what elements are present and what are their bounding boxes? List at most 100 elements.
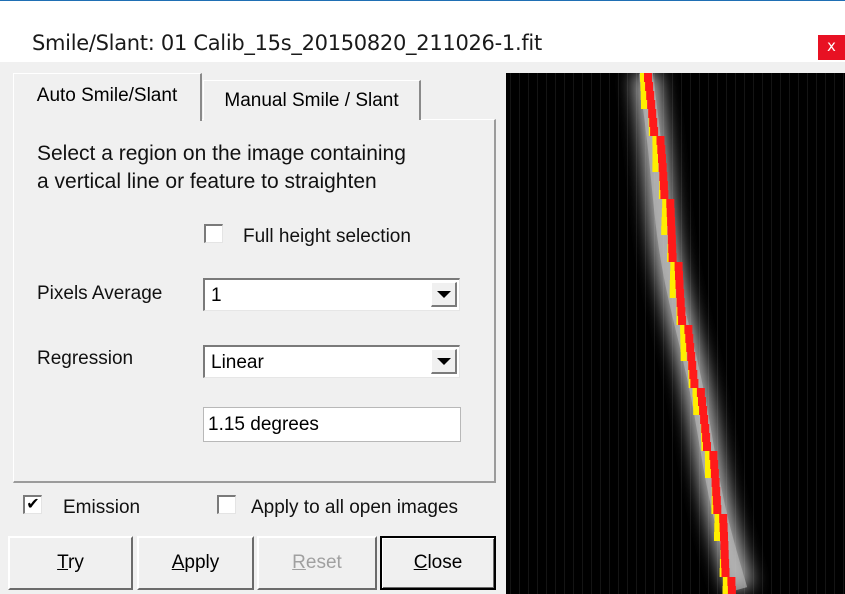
column-stripe bbox=[834, 73, 835, 594]
fit-center-mark bbox=[659, 181, 668, 190]
fit-center-mark bbox=[702, 433, 711, 442]
tab-manual-smile-slant[interactable]: Manual Smile / Slant bbox=[203, 80, 421, 120]
fit-center-mark bbox=[644, 73, 652, 82]
full-height-label: Full height selection bbox=[243, 226, 411, 247]
emission-label: Emission bbox=[63, 497, 141, 518]
fit-highlight-mark bbox=[661, 226, 668, 235]
fit-highlight-mark bbox=[669, 289, 676, 298]
column-stripe bbox=[573, 73, 574, 594]
fit-center-mark bbox=[684, 325, 693, 334]
fit-center-mark bbox=[709, 451, 718, 460]
fit-center-mark bbox=[701, 424, 710, 433]
apply-all-checkbox[interactable] bbox=[217, 495, 236, 514]
full-height-checkbox[interactable] bbox=[204, 224, 223, 243]
fit-center-mark bbox=[721, 559, 730, 568]
column-stripe bbox=[699, 73, 700, 594]
fit-center-mark bbox=[660, 190, 669, 199]
column-stripe bbox=[753, 73, 754, 594]
fit-center-mark bbox=[712, 496, 721, 505]
regression-select[interactable]: Linear bbox=[203, 345, 460, 378]
fit-center-mark bbox=[675, 271, 683, 280]
fit-highlight-mark bbox=[652, 163, 659, 172]
column-stripe bbox=[555, 73, 556, 594]
column-stripe bbox=[528, 73, 529, 594]
column-stripe bbox=[564, 73, 565, 594]
spectral-line-preview bbox=[510, 73, 844, 594]
title-bar[interactable]: Smile/Slant: 01 Calib_15s_20150820_21102… bbox=[0, 1, 845, 62]
pixels-average-label: Pixels Average bbox=[37, 283, 163, 304]
fit-center-mark bbox=[699, 406, 708, 415]
fit-center-mark bbox=[719, 523, 728, 532]
fit-center-mark bbox=[658, 154, 666, 163]
column-stripe bbox=[582, 73, 583, 594]
column-stripe bbox=[537, 73, 538, 594]
fit-center-mark bbox=[703, 442, 711, 451]
apply-label: pply bbox=[184, 552, 220, 573]
column-stripe bbox=[609, 73, 610, 594]
fit-center-mark bbox=[698, 397, 706, 406]
column-stripe bbox=[636, 73, 637, 594]
fit-center-mark bbox=[650, 127, 659, 136]
reset-button[interactable]: Reset bbox=[257, 536, 377, 590]
apply-all-label: Apply to all open images bbox=[251, 497, 459, 518]
chevron-down-icon[interactable] bbox=[431, 349, 457, 374]
fit-center-mark bbox=[696, 388, 705, 397]
fit-center-mark bbox=[727, 577, 736, 586]
fit-center-mark bbox=[727, 586, 736, 594]
fit-highlight-mark bbox=[714, 532, 720, 541]
emission-checkbox[interactable]: ✔ bbox=[23, 495, 42, 514]
angle-result-value: 1.15 degrees bbox=[208, 414, 319, 435]
fit-center-mark bbox=[645, 82, 654, 91]
fit-center-mark bbox=[720, 541, 729, 550]
fit-center-mark bbox=[712, 487, 721, 496]
fit-center-mark bbox=[690, 379, 699, 388]
fit-center-mark bbox=[719, 514, 728, 523]
try-button[interactable]: Try bbox=[8, 536, 133, 590]
spectrum-image-preview[interactable] bbox=[506, 73, 845, 594]
angle-result-field[interactable]: 1.15 degrees bbox=[203, 407, 461, 442]
fit-center-mark bbox=[647, 100, 656, 109]
tab-auto-smile-slant[interactable]: Auto Smile/Slant bbox=[13, 73, 202, 121]
fit-center-mark bbox=[720, 532, 728, 541]
column-stripe bbox=[546, 73, 547, 594]
fit-highlight-mark bbox=[680, 343, 687, 352]
column-stripe bbox=[789, 73, 790, 594]
chevron-down-icon[interactable] bbox=[431, 282, 457, 307]
column-stripe bbox=[780, 73, 781, 594]
fit-center-mark bbox=[656, 136, 665, 145]
column-stripe bbox=[735, 73, 736, 594]
fit-highlight-mark bbox=[669, 280, 676, 289]
close-mnemonic: C bbox=[413, 552, 428, 573]
apply-button[interactable]: Apply bbox=[137, 536, 254, 590]
fit-highlight-mark bbox=[714, 523, 721, 532]
fit-center-mark bbox=[688, 361, 697, 370]
fit-highlight-mark bbox=[652, 154, 659, 163]
try-mnemonic: T bbox=[57, 552, 69, 573]
column-stripe bbox=[627, 73, 628, 594]
column-stripe bbox=[591, 73, 592, 594]
fit-center-mark bbox=[713, 505, 722, 514]
fit-center-mark bbox=[666, 208, 675, 217]
column-stripe bbox=[762, 73, 763, 594]
fit-center-mark bbox=[711, 478, 720, 487]
close-button[interactable]: Close bbox=[380, 536, 496, 590]
close-icon[interactable]: x bbox=[818, 35, 845, 60]
fit-center-mark bbox=[710, 469, 719, 478]
reset-label: eset bbox=[305, 552, 342, 573]
column-stripe bbox=[519, 73, 520, 594]
pixels-average-select[interactable]: 1 bbox=[203, 278, 460, 311]
pixels-average-value: 1 bbox=[211, 285, 222, 306]
fit-center-mark bbox=[686, 343, 695, 352]
fit-center-mark bbox=[667, 217, 676, 226]
window-title: Smile/Slant: 01 Calib_15s_20150820_21102… bbox=[32, 31, 542, 55]
column-stripe bbox=[798, 73, 799, 594]
fit-center-mark bbox=[646, 91, 655, 100]
fit-center-mark bbox=[668, 244, 677, 253]
fit-center-mark bbox=[689, 370, 698, 379]
fit-center-mark bbox=[668, 253, 677, 262]
fit-center-mark bbox=[666, 199, 675, 208]
fit-center-mark bbox=[710, 460, 719, 469]
fit-center-mark bbox=[720, 550, 729, 559]
instructions-text: Select a region on the image containing … bbox=[37, 140, 487, 196]
fit-highlight-mark bbox=[641, 100, 647, 109]
